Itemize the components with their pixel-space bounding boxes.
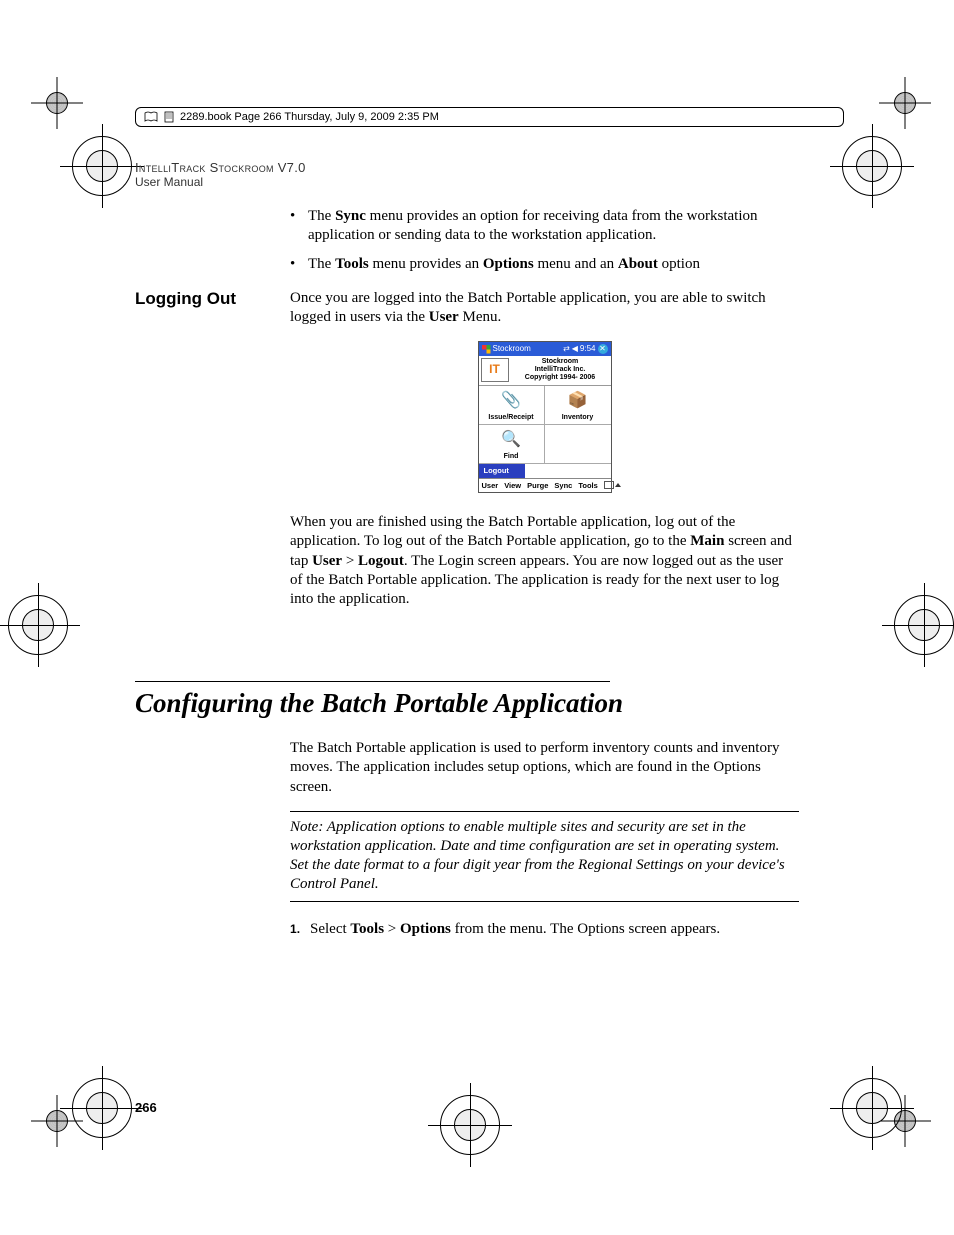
window-titlebar: Stockroom ⇄ ◀ 9:54 ✕ [479, 342, 611, 356]
chevron-up-icon [615, 483, 621, 487]
crop-mark [8, 595, 68, 655]
keyboard-icon [604, 481, 614, 489]
box-icon: 📦 [568, 391, 588, 411]
crop-mark [842, 1078, 902, 1138]
menu-sync: Sync [554, 481, 572, 491]
list-item: Select Tools > Options from the menu. Th… [310, 920, 799, 939]
list-item: The Sync menu provides an option for rec… [308, 207, 799, 245]
step-list: Select Tools > Options from the menu. Th… [290, 920, 799, 939]
app-tile-issue-receipt: 📎 Issue/Receipt [479, 386, 545, 425]
running-head: IntelliTrack Stockroom V7.0 User Manual [135, 160, 799, 189]
search-icon: 🔍 [501, 430, 521, 450]
window-title: Stockroom [493, 344, 531, 354]
app-tile-inventory: 📦 Inventory [545, 386, 611, 425]
print-header: 2289.book Page 266 Thursday, July 9, 200… [135, 107, 844, 127]
bullet-list: The Sync menu provides an option for rec… [290, 207, 799, 275]
crop-mark [72, 136, 132, 196]
menu-user: User [482, 481, 499, 491]
side-heading-logging-out: Logging Out [135, 289, 290, 624]
crop-mark [894, 595, 954, 655]
brand-banner: IT Stockroom IntelliTrack Inc. Copyright… [479, 356, 611, 386]
running-head-title: IntelliTrack Stockroom V7.0 [135, 160, 799, 175]
paragraph: When you are finished using the Batch Po… [290, 513, 799, 609]
crop-mark [46, 1110, 68, 1132]
clip-icon: 📎 [501, 391, 521, 411]
device-screenshot: Stockroom ⇄ ◀ 9:54 ✕ IT Stockroom Intell… [478, 341, 612, 493]
close-icon: ✕ [598, 344, 608, 354]
crop-mark [842, 136, 902, 196]
app-tile-empty [545, 425, 611, 464]
menu-view: View [504, 481, 521, 491]
menu-tools: Tools [578, 481, 597, 491]
note-block: Note: Application options to enable mult… [290, 811, 799, 902]
intellitrack-logo-icon: IT [481, 358, 509, 382]
crop-mark [46, 92, 68, 114]
page-content: IntelliTrack Stockroom V7.0 User Manual … [135, 160, 799, 1115]
section-rule [135, 681, 610, 682]
menu-popup-logout: Logout [479, 464, 525, 478]
crop-mark [72, 1078, 132, 1138]
crop-mark [894, 92, 916, 114]
app-tile-find: 🔍 Find [479, 425, 545, 464]
book-icon [144, 111, 158, 123]
section-heading: Configuring the Batch Portable Applicati… [135, 688, 799, 719]
paragraph: Once you are logged into the Batch Porta… [290, 289, 799, 327]
menu-purge: Purge [527, 481, 548, 491]
page-number: 266 [135, 1100, 157, 1115]
menu-bar: User View Purge Sync Tools [479, 478, 611, 493]
volume-icon: ◀ [572, 344, 578, 354]
print-header-text: 2289.book Page 266 Thursday, July 9, 200… [180, 111, 439, 123]
page-icon [164, 111, 174, 123]
list-item: The Tools menu provides an Options menu … [308, 255, 799, 274]
clock-text: 9:54 [580, 344, 596, 354]
windows-logo-icon [482, 345, 491, 354]
connectivity-icon: ⇄ [563, 344, 570, 354]
running-head-subtitle: User Manual [135, 175, 799, 189]
paragraph: The Batch Portable application is used t… [290, 739, 799, 797]
